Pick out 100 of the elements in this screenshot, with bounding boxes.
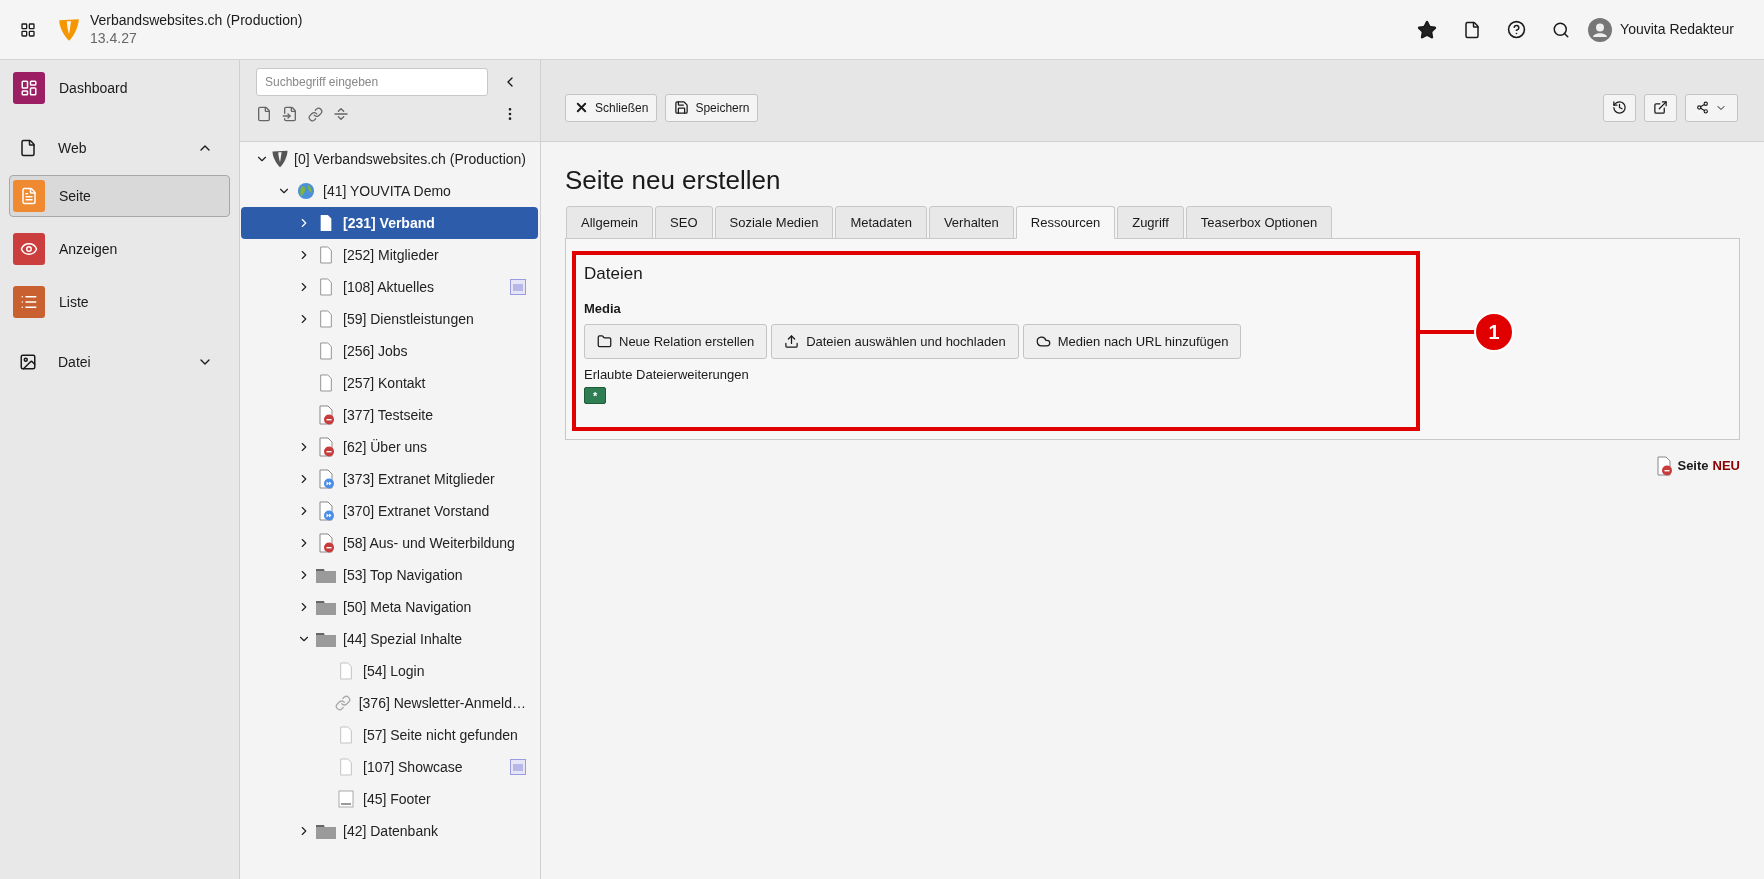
cloud-icon xyxy=(1035,334,1051,349)
tree-item[interactable]: [231] Verband xyxy=(241,207,538,239)
page-icon xyxy=(20,187,38,205)
tree-item[interactable]: [41] YOUVITA Demo xyxy=(241,175,538,207)
tree-item[interactable]: [44] Spezial Inhalte xyxy=(241,623,538,655)
hidden-page-icon xyxy=(1655,456,1674,476)
toolbar-button[interactable]: Speichern xyxy=(665,93,759,122)
page-icon xyxy=(338,725,354,745)
tab[interactable]: Zugriff xyxy=(1117,206,1184,239)
site-name: Verbandswebsites.ch (Production) xyxy=(90,12,303,30)
shortcut-page-icon xyxy=(317,501,335,521)
tree-item-label: [0] Verbandswebsites.ch (Production) xyxy=(294,149,526,169)
tree-item[interactable]: [59] Dienstleistungen xyxy=(241,303,538,335)
module-item[interactable]: Dashboard xyxy=(9,67,230,109)
page-type-label: Seite xyxy=(1677,457,1709,476)
history-button[interactable] xyxy=(1603,93,1636,122)
toolbar-button[interactable]: Schließen xyxy=(565,93,658,122)
tree-item[interactable]: [53] Top Navigation xyxy=(241,559,538,591)
tab[interactable]: Soziale Medien xyxy=(714,206,834,239)
upload-icon xyxy=(784,334,800,349)
tree-item-label: [50] Meta Navigation xyxy=(343,597,472,617)
search-icon[interactable] xyxy=(1552,20,1571,39)
tree-item[interactable]: [252] Mitglieder xyxy=(241,239,538,271)
media-button[interactable]: Dateien auswählen und hochladen xyxy=(771,324,1019,359)
save-icon xyxy=(674,100,690,115)
footer-page-icon xyxy=(338,790,354,808)
external-link-icon xyxy=(1653,100,1668,115)
tree-item[interactable]: [50] Meta Navigation xyxy=(241,591,538,623)
tree-item[interactable]: [58] Aus- und Weiterbildung xyxy=(241,527,538,559)
globe-icon xyxy=(297,182,315,200)
tree-item-label: [108] Aktuelles xyxy=(343,277,435,297)
share-button[interactable] xyxy=(1685,93,1738,122)
tree-item[interactable]: [107] Showcase xyxy=(241,751,538,783)
tree-item[interactable]: [54] Login xyxy=(241,655,538,687)
folder-icon xyxy=(316,599,336,615)
module-group[interactable]: Web xyxy=(9,132,230,164)
import-page-icon[interactable] xyxy=(282,106,298,122)
tree-item-label: [62] Über uns xyxy=(343,437,428,457)
tree-item-label: [44] Spezial Inhalte xyxy=(343,629,463,649)
tree-item[interactable]: [0] Verbandswebsites.ch (Production) xyxy=(241,143,538,175)
folder-icon xyxy=(316,631,336,647)
tree-item-label: [257] Kontakt xyxy=(343,373,426,393)
open-external-button[interactable] xyxy=(1644,93,1677,122)
tree-item-label: [42] Datenbank xyxy=(343,821,438,841)
module-group[interactable]: Datei xyxy=(9,346,230,378)
module-item[interactable]: Anzeigen xyxy=(9,228,230,270)
page-icon xyxy=(318,245,334,265)
tree-item-label: [53] Top Navigation xyxy=(343,565,463,585)
hidden-page-icon xyxy=(317,437,335,457)
module-item[interactable]: Liste xyxy=(9,281,230,323)
tree-item[interactable]: [57] Seite nicht gefunden xyxy=(241,719,538,751)
version-number: 13.4.27 xyxy=(90,29,138,47)
tree-item[interactable]: [370] Extranet Vorstand xyxy=(241,495,538,527)
help-icon[interactable] xyxy=(1507,20,1527,39)
tree-item-label: [377] Testseite xyxy=(343,405,434,425)
hidden-page-icon xyxy=(317,533,335,553)
folder-icon xyxy=(316,823,336,839)
star-icon[interactable] xyxy=(1417,19,1438,40)
tree-item-label: [58] Aus- und Weiterbildung xyxy=(343,533,515,553)
tree-item[interactable]: [256] Jobs xyxy=(241,335,538,367)
media-button[interactable]: Neue Relation erstellen xyxy=(584,324,768,359)
module-item[interactable]: Seite xyxy=(9,175,230,217)
tab[interactable]: Ressourcen xyxy=(1015,206,1116,239)
page-icon xyxy=(338,757,354,777)
grid-icon xyxy=(20,21,36,38)
tab[interactable]: Metadaten xyxy=(835,206,927,239)
tree-item[interactable]: [373] Extranet Mitglieder xyxy=(241,463,538,495)
avatar-icon xyxy=(1588,17,1613,42)
extensions-label: Erlaubte Dateierweiterungen xyxy=(584,366,750,384)
tree-item[interactable]: [257] Kontakt xyxy=(241,367,538,399)
page-icon[interactable] xyxy=(1463,20,1482,39)
tree-item-label: [373] Extranet Mitglieder xyxy=(343,469,495,489)
tree-item[interactable]: [62] Über uns xyxy=(241,431,538,463)
page-icon xyxy=(19,139,37,157)
link-icon[interactable] xyxy=(308,106,323,122)
media-button[interactable]: Medien nach URL hinzufügen xyxy=(1022,324,1242,359)
tree-item[interactable]: [377] Testseite xyxy=(241,399,538,431)
search-field[interactable]: Suchbegriff eingeben xyxy=(256,68,488,96)
page-icon xyxy=(318,373,334,393)
tree-item[interactable]: [42] Datenbank xyxy=(241,815,538,847)
share-icon xyxy=(1696,101,1709,114)
tree-item[interactable]: [376] Newsletter-Anmeld… xyxy=(241,687,538,719)
logo-icon xyxy=(56,16,82,43)
tree-item-label: [370] Extranet Vorstand xyxy=(343,501,490,521)
link-icon xyxy=(334,695,351,711)
tree-item-label: [41] YOUVITA Demo xyxy=(323,181,451,201)
tree-item[interactable]: [108] Aktuelles xyxy=(241,271,538,303)
page-icon xyxy=(318,309,334,329)
tree-item-label: [54] Login xyxy=(363,661,425,681)
tab[interactable]: Verhalten xyxy=(928,206,1014,239)
tab[interactable]: Allgemein xyxy=(566,206,654,239)
tree-item[interactable]: [45] Footer xyxy=(241,783,538,815)
separator-icon[interactable] xyxy=(333,106,349,122)
tab[interactable]: SEO xyxy=(655,206,713,239)
new-page-icon[interactable] xyxy=(256,106,272,122)
folder-icon xyxy=(316,567,336,583)
tree-item-label: [59] Dienstleistungen xyxy=(343,309,474,329)
user-menu[interactable]: Youvita Redakteur xyxy=(1588,17,1734,42)
tab[interactable]: Teaserbox Optionen xyxy=(1185,206,1333,239)
status-label: NEU xyxy=(1712,457,1740,476)
